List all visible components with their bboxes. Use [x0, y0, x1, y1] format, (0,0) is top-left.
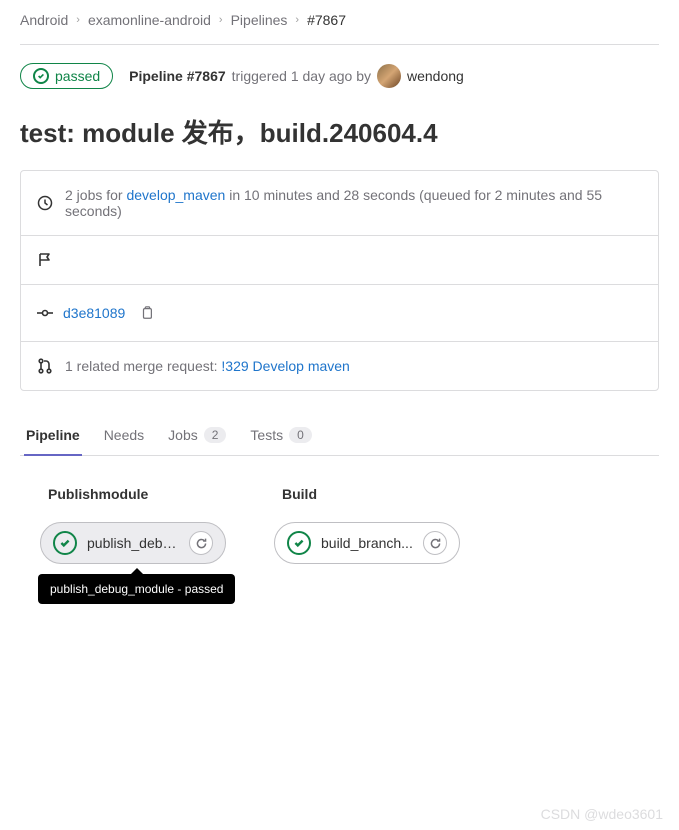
tab-jobs-label: Jobs [168, 427, 198, 443]
tab-jobs-count: 2 [204, 427, 227, 443]
pipeline-id: Pipeline #7867 [129, 68, 226, 84]
commit-row: d3e81089 [21, 285, 658, 342]
retry-icon [195, 537, 208, 550]
tab-jobs[interactable]: Jobs 2 [166, 415, 228, 455]
job-name: publish_debu... [87, 535, 179, 551]
job-name: build_branch... [321, 535, 413, 551]
retry-icon [429, 537, 442, 550]
triggered-text: triggered 1 day ago by [232, 68, 371, 84]
breadcrumb-item[interactable]: Pipelines [231, 12, 288, 28]
pipeline-stages: Publishmodule publish_debu... publish_de… [20, 456, 659, 594]
tab-tests-label: Tests [250, 427, 283, 443]
pipeline-triggered-info: Pipeline #7867 triggered 1 day ago by we… [129, 64, 464, 88]
tab-tests[interactable]: Tests 0 [248, 415, 313, 455]
clock-icon [37, 195, 53, 211]
commit-icon [37, 305, 53, 321]
jobs-summary-text: 2 jobs for develop_maven in 10 minutes a… [65, 187, 642, 219]
retry-button[interactable] [423, 531, 447, 555]
check-circle-icon [33, 68, 49, 84]
branch-link[interactable]: develop_maven [126, 187, 225, 203]
breadcrumb-item[interactable]: examonline-android [88, 12, 211, 28]
job-tooltip: publish_debug_module - passed [38, 574, 235, 604]
stage-name: Publishmodule [40, 486, 226, 502]
tab-needs[interactable]: Needs [102, 415, 146, 455]
status-badge[interactable]: passed [20, 63, 113, 89]
jobs-summary-row: 2 jobs for develop_maven in 10 minutes a… [21, 171, 658, 236]
watermark: CSDN @wdeo3601 [541, 806, 663, 822]
avatar[interactable] [377, 64, 401, 88]
retry-button[interactable] [189, 531, 213, 555]
clipboard-icon [140, 306, 154, 320]
tab-pipeline[interactable]: Pipeline [24, 415, 82, 455]
stage-publishmodule: Publishmodule publish_debu... publish_de… [40, 486, 226, 564]
username[interactable]: wendong [407, 68, 464, 84]
merge-request-link[interactable]: !329 Develop maven [221, 358, 349, 374]
jobs-count-text: 2 jobs for [65, 187, 126, 203]
stage-build: Build build_branch... [274, 486, 460, 564]
chevron-right-icon: › [76, 14, 80, 26]
mr-prefix: 1 related merge request: [65, 358, 221, 374]
chevron-right-icon: › [295, 14, 299, 26]
info-box: 2 jobs for develop_maven in 10 minutes a… [20, 170, 659, 391]
job-pill-build-branch[interactable]: build_branch... [274, 522, 460, 564]
flag-row [21, 236, 658, 285]
mr-text: 1 related merge request: !329 Develop ma… [65, 358, 350, 374]
check-circle-icon [53, 531, 77, 555]
breadcrumb-item[interactable]: Android [20, 12, 68, 28]
tabs: Pipeline Needs Jobs 2 Tests 0 [20, 415, 659, 456]
merge-request-icon [37, 358, 53, 374]
breadcrumb-current: #7867 [307, 12, 346, 28]
copy-sha-button[interactable] [135, 301, 159, 325]
tab-tests-count: 0 [289, 427, 312, 443]
check-circle-icon [287, 531, 311, 555]
stage-name: Build [274, 486, 460, 502]
page-title: test: module 发布，build.240604.4 [20, 113, 659, 150]
breadcrumb: Android › examonline-android › Pipelines… [20, 8, 659, 44]
status-label: passed [55, 68, 100, 84]
commit-sha-link[interactable]: d3e81089 [63, 305, 125, 321]
flag-icon [37, 252, 53, 268]
pipeline-header: passed Pipeline #7867 triggered 1 day ag… [20, 45, 659, 113]
merge-request-row: 1 related merge request: !329 Develop ma… [21, 342, 658, 390]
chevron-right-icon: › [219, 14, 223, 26]
job-pill-publish-debug[interactable]: publish_debu... [40, 522, 226, 564]
